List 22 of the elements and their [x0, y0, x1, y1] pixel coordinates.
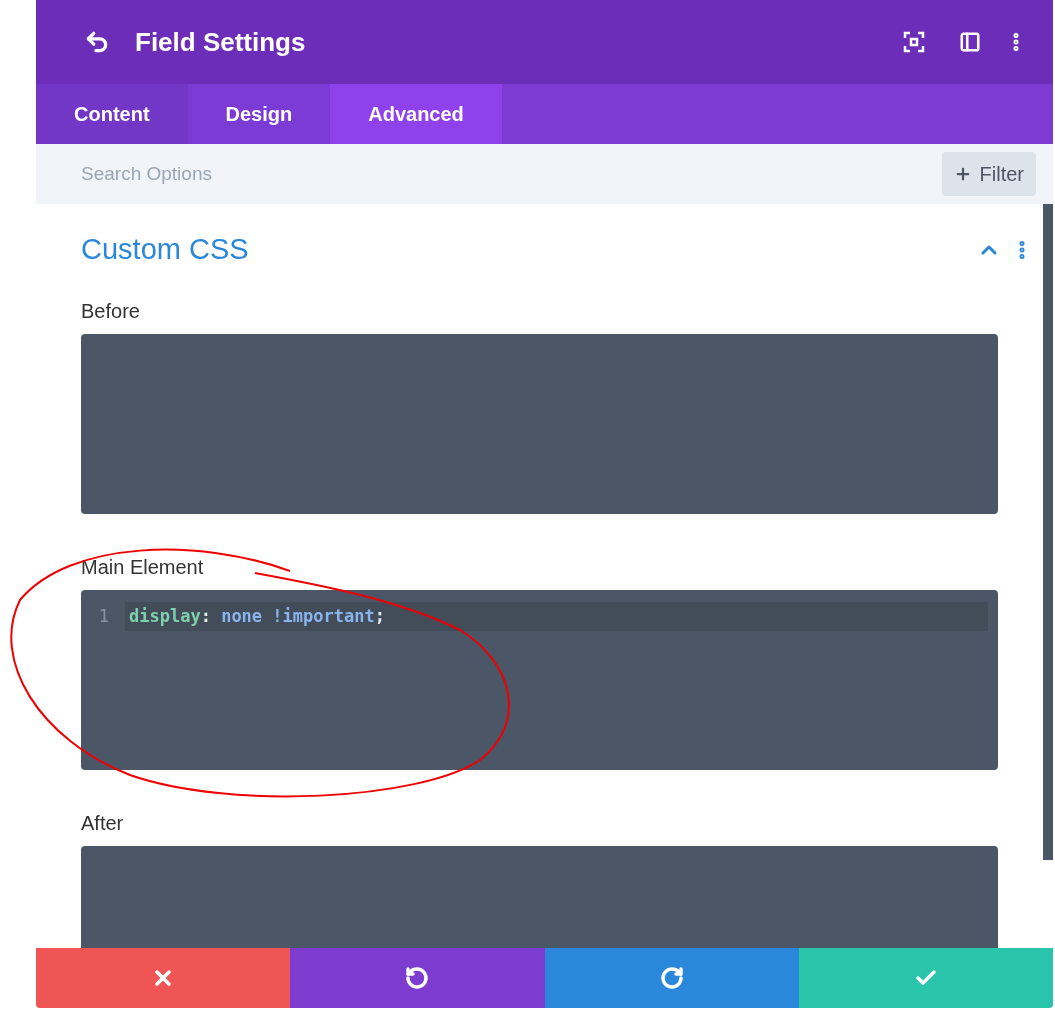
line-number: 1 — [97, 604, 110, 628]
code-editor[interactable]: 1 display: none !important; — [81, 590, 998, 770]
redo-icon — [659, 966, 684, 990]
tab[interactable]: Advanced — [330, 84, 502, 144]
code-editor[interactable] — [81, 334, 998, 514]
section-title: Custom CSS — [81, 232, 249, 268]
undo-icon — [405, 966, 430, 990]
code-editor[interactable] — [81, 846, 998, 948]
redo-button[interactable] — [544, 948, 799, 1008]
field-label: After — [81, 811, 125, 836]
focus-icon[interactable] — [903, 31, 925, 53]
cancel-button[interactable] — [36, 948, 291, 1008]
save-button[interactable] — [798, 948, 1053, 1008]
layout-icon[interactable] — [959, 31, 981, 53]
search-field[interactable]: Search Options — [36, 144, 932, 204]
filter-button[interactable]: Filter — [941, 152, 1036, 196]
field-label: Before — [81, 299, 141, 324]
scrollbar[interactable] — [1043, 204, 1053, 860]
panel-title: Field Settings — [135, 25, 306, 59]
undo-button[interactable] — [290, 948, 545, 1008]
tab[interactable]: Content — [36, 84, 188, 144]
field-label: Main Element — [81, 555, 205, 580]
